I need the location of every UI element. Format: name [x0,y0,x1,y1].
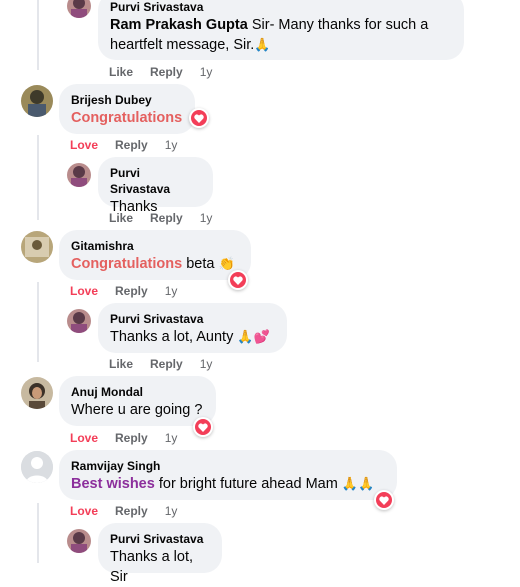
comment-actions: Love Reply 1y [70,283,177,299]
avatar[interactable] [21,85,53,117]
comment-text: Congratulations [71,108,183,128]
comment-author[interactable]: Purvi Srivastava [110,311,275,327]
timestamp[interactable]: 1y [165,503,178,519]
reply-button[interactable]: Reply [115,137,148,153]
heart-icon [195,419,211,435]
heart-reaction[interactable] [189,108,209,128]
comment-text: Congratulations beta 👏 [71,256,235,272]
heart-reaction[interactable] [193,417,213,437]
reply-button[interactable]: Reply [115,283,148,299]
thread-line [37,135,39,220]
like-button[interactable]: Like [109,64,133,80]
timestamp[interactable]: 1y [200,210,213,226]
timestamp[interactable]: 1y [200,356,213,372]
avatar[interactable] [67,309,91,333]
comment-author[interactable]: Gitamishra [71,238,239,254]
heart-icon [376,492,392,508]
reply-button[interactable]: Reply [150,64,183,80]
comment-author[interactable]: Purvi Srivastava [110,165,201,197]
timestamp[interactable]: 1y [165,283,178,299]
highlighted-phrase: Best wishes [71,476,155,492]
comment-actions: Love Reply 1y [70,430,177,446]
comment-author[interactable]: Purvi Srivastava [110,531,210,547]
heart-icon [230,272,246,288]
love-button[interactable]: Love [70,283,98,299]
like-button[interactable]: Like [109,356,133,372]
avatar[interactable] [67,163,91,187]
highlighted-phrase: Congratulations [71,256,183,272]
comment-bubble: Purvi Srivastava Thanks a lot, Sir [98,523,222,585]
reply-button[interactable]: Reply [150,356,183,372]
love-button[interactable]: Love [70,503,98,519]
comment-actions: Like Reply 1y [109,64,212,80]
comment-actions: Like Reply 1y [109,210,212,226]
love-button[interactable]: Love [70,430,98,446]
comment-bubble: Purvi Srivastava Thanks [98,157,213,215]
heart-icon [191,110,207,126]
thread-line [37,282,39,362]
praying-hands-emoji: 🙏🙏 [341,476,375,491]
comment-bubble: Ramvijay Singh Best wishes for bright fu… [59,450,397,500]
comment-bubble: Anuj Mondal Where u are going ? [59,376,216,426]
comment-author[interactable]: Ramvijay Singh [71,458,385,474]
love-button[interactable]: Love [70,137,98,153]
thread-line [37,0,39,70]
comment-author[interactable]: Brijesh Dubey [71,92,183,108]
comment-text: Thanks a lot, Aunty 🙏💕 [110,329,270,345]
reply-button[interactable]: Reply [150,210,183,226]
praying-hands-heart-emoji: 🙏💕 [237,329,270,344]
avatar[interactable] [21,231,53,263]
praying-hands-emoji: 🙏 [254,37,271,52]
comment-bubble: Brijesh Dubey Congratulations [59,84,195,134]
timestamp[interactable]: 1y [165,430,178,446]
comment-text: Thanks a lot, Sir [110,549,194,585]
comment-author[interactable]: Anuj Mondal [71,384,204,400]
avatar[interactable] [21,451,53,483]
like-button[interactable]: Like [109,210,133,226]
heart-reaction[interactable] [374,490,394,510]
mention-link[interactable]: Ram Prakash Gupta [110,17,248,33]
avatar[interactable] [67,529,91,553]
avatar[interactable] [21,377,53,409]
comment-actions: Love Reply 1y [70,137,177,153]
reply-button[interactable]: Reply [115,503,148,519]
highlighted-phrase: Congratulations [71,110,183,126]
clapping-hands-emoji: 👏 [218,256,235,271]
comment-text: Where u are going ? [71,402,203,418]
timestamp[interactable]: 1y [165,137,178,153]
comment-actions: Like Reply 1y [109,356,212,372]
thread-line [37,503,39,563]
comment-author[interactable]: Purvi Srivastava [110,0,452,15]
comment-bubble: Purvi Srivastava Ram Prakash Gupta Sir- … [98,0,464,60]
comment-text: Ram Prakash Gupta Sir- Many thanks for s… [110,17,429,53]
timestamp[interactable]: 1y [200,64,213,80]
user-silhouette-icon [21,451,53,483]
reply-button[interactable]: Reply [115,430,148,446]
avatar[interactable] [67,0,91,18]
comment-bubble: Purvi Srivastava Thanks a lot, Aunty 🙏💕 [98,303,287,353]
heart-reaction[interactable] [228,270,248,290]
comment-actions: Love Reply 1y [70,503,177,519]
comment-bubble: Gitamishra Congratulations beta 👏 [59,230,251,280]
comment-text: Best wishes for bright future ahead Mam … [71,476,375,492]
